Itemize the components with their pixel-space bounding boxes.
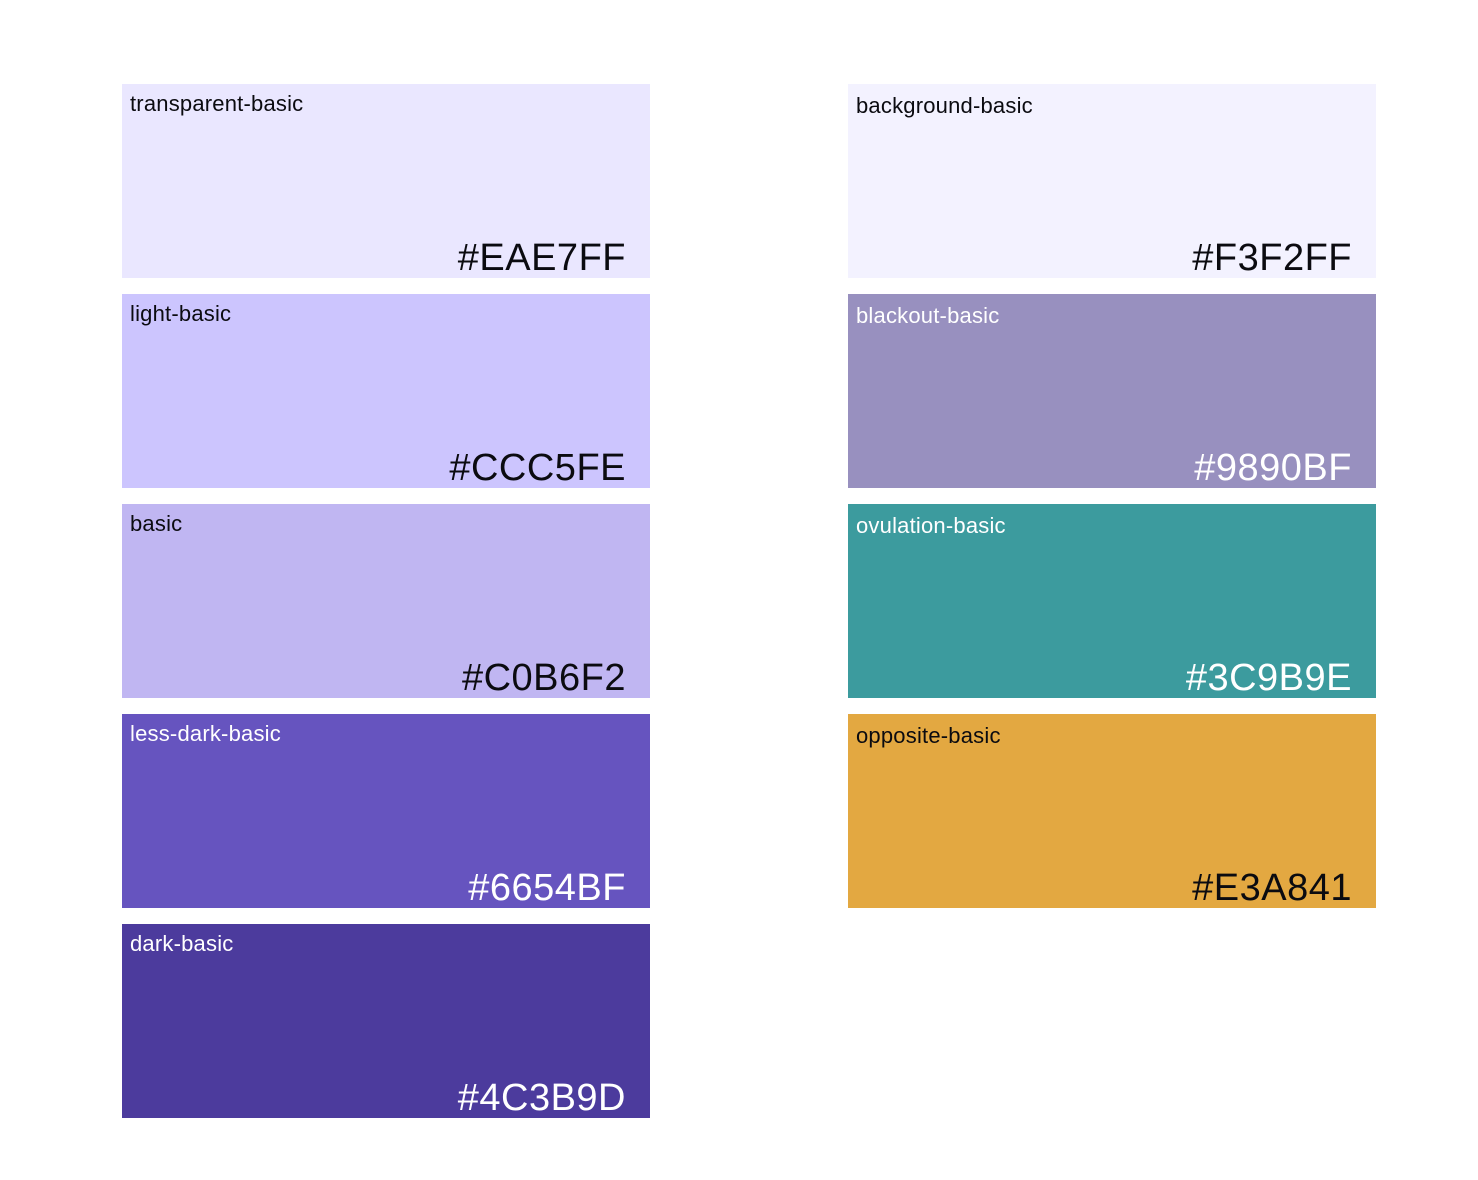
swatch-hex: #3C9B9E xyxy=(1185,657,1352,699)
swatch-hex: #F3F2FF xyxy=(1192,237,1352,279)
swatch-ovulation-basic: ovulation-basic #3C9B9E xyxy=(848,504,1376,699)
swatch-hex: #9890BF xyxy=(1194,447,1352,489)
swatch-name: transparent-basic xyxy=(130,91,304,116)
swatch-hex: #4C3B9D xyxy=(457,1077,626,1119)
swatch-name: opposite-basic xyxy=(856,723,1001,748)
palette-column-left: transparent-basic #EAE7FF light-basic #C… xyxy=(122,84,650,1134)
swatch-hex: #6654BF xyxy=(468,867,626,909)
swatch-light-basic: light-basic #CCC5FE xyxy=(122,294,650,489)
swatch-name: background-basic xyxy=(856,93,1033,118)
swatch-hex: #E3A841 xyxy=(1192,867,1352,909)
swatch-hex: #CCC5FE xyxy=(449,447,626,489)
swatch-opposite-basic: opposite-basic #E3A841 xyxy=(848,714,1376,909)
palette-column-right: background-basic #F3F2FF blackout-basic … xyxy=(848,84,1376,924)
swatch-name: blackout-basic xyxy=(856,303,1000,328)
swatch-name: dark-basic xyxy=(130,931,234,956)
swatch-name: basic xyxy=(130,511,183,536)
swatch-name: less-dark-basic xyxy=(130,721,281,746)
swatch-name: light-basic xyxy=(130,301,232,326)
swatch-less-dark-basic: less-dark-basic #6654BF xyxy=(122,714,650,909)
swatch-transparent-basic: transparent-basic #EAE7FF xyxy=(122,84,650,279)
swatch-hex: #EAE7FF xyxy=(457,237,626,279)
color-palette: transparent-basic #EAE7FF light-basic #C… xyxy=(0,0,1478,1180)
swatch-hex: #C0B6F2 xyxy=(461,657,626,699)
swatch-name: ovulation-basic xyxy=(856,513,1006,538)
swatch-dark-basic: dark-basic #4C3B9D xyxy=(122,924,650,1119)
swatch-basic: basic #C0B6F2 xyxy=(122,504,650,699)
swatch-blackout-basic: blackout-basic #9890BF xyxy=(848,294,1376,489)
swatch-background-basic: background-basic #F3F2FF xyxy=(848,84,1376,279)
